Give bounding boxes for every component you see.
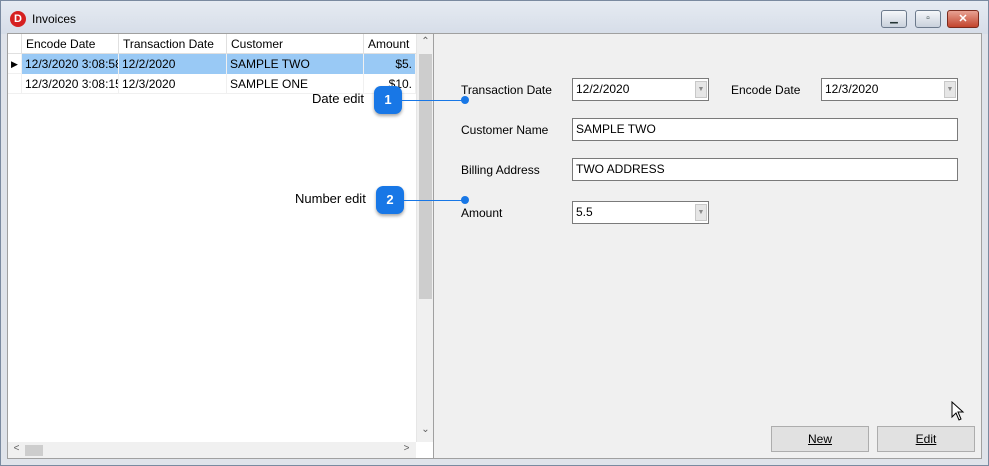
- cell-encode-date[interactable]: 12/3/2020 3:08:15: [22, 74, 119, 94]
- invoice-grid[interactable]: Encode Date Transaction Date Customer Am…: [8, 34, 434, 458]
- scroll-right-icon[interactable]: >: [398, 443, 415, 454]
- scroll-down-icon[interactable]: ⌄: [417, 424, 434, 435]
- encode-date-label: Encode Date: [731, 83, 801, 97]
- cell-transaction-date[interactable]: 12/3/2020: [119, 74, 227, 94]
- indicator-header: [8, 34, 22, 54]
- close-button[interactable]: ✕: [947, 10, 979, 28]
- row-indicator-icon: ▶: [8, 54, 22, 74]
- customer-name-label: Customer Name: [461, 123, 549, 137]
- cell-encode-date[interactable]: 12/3/2020 3:08:58: [22, 54, 119, 74]
- column-header-customer[interactable]: Customer: [227, 34, 364, 54]
- invoices-window: D Invoices ▁ ▫ ✕ Encode Date Transaction…: [0, 0, 989, 466]
- callout-dot-2: [461, 196, 469, 204]
- amount-label: Amount: [461, 206, 503, 220]
- horizontal-scroll-thumb[interactable]: [25, 445, 43, 456]
- encode-date-field[interactable]: 12/3/2020 ▼: [821, 78, 958, 101]
- column-header-amount[interactable]: Amount: [364, 34, 416, 54]
- chevron-down-icon[interactable]: ▼: [695, 81, 707, 98]
- transaction-date-label: Transaction Date: [461, 83, 552, 97]
- new-button[interactable]: New: [771, 426, 869, 452]
- customer-name-field[interactable]: SAMPLE TWO: [572, 118, 958, 141]
- callout-date-edit-label: Date edit: [312, 91, 365, 106]
- row-indicator-icon: [8, 74, 22, 94]
- scroll-up-icon[interactable]: ⌃: [417, 36, 434, 47]
- horizontal-scrollbar[interactable]: < >: [8, 442, 416, 458]
- callout-line-1: [402, 100, 464, 101]
- billing-address-field[interactable]: TWO ADDRESS: [572, 158, 958, 181]
- minimize-button[interactable]: ▁: [881, 10, 907, 28]
- scroll-left-icon[interactable]: <: [8, 443, 25, 454]
- client-area: Encode Date Transaction Date Customer Am…: [7, 33, 982, 459]
- column-header-transaction-date[interactable]: Transaction Date: [119, 34, 227, 54]
- callout-badge-1: 1: [374, 86, 402, 114]
- vertical-scroll-thumb[interactable]: [419, 54, 432, 299]
- chevron-down-icon[interactable]: ▼: [944, 81, 956, 98]
- callout-dot-1: [461, 96, 469, 104]
- callout-number-edit-label: Number edit: [295, 191, 366, 206]
- vertical-scrollbar[interactable]: ⌃ ⌄: [416, 34, 433, 442]
- new-button-label: New: [807, 432, 832, 446]
- cell-amount[interactable]: $5.: [364, 54, 416, 74]
- maximize-button[interactable]: ▫: [915, 10, 941, 28]
- window-title: Invoices: [32, 12, 77, 26]
- encode-date-value: 12/3/2020: [825, 82, 879, 96]
- title-bar[interactable]: D Invoices ▁ ▫ ✕: [1, 1, 988, 34]
- billing-address-label: Billing Address: [461, 163, 540, 177]
- amount-value: 5.5: [576, 205, 593, 219]
- callout-badge-2: 2: [376, 186, 404, 214]
- transaction-date-field[interactable]: 12/2/2020 ▼: [572, 78, 709, 101]
- amount-field[interactable]: 5.5 ▼: [572, 201, 709, 224]
- edit-button[interactable]: Edit: [877, 426, 975, 452]
- cell-transaction-date[interactable]: 12/2/2020: [119, 54, 227, 74]
- transaction-date-value: 12/2/2020: [576, 82, 630, 96]
- edit-button-label: Edit: [915, 432, 937, 446]
- column-header-encode-date[interactable]: Encode Date: [22, 34, 119, 54]
- chevron-down-icon[interactable]: ▼: [695, 204, 707, 221]
- grid-header: Encode Date Transaction Date Customer Am…: [8, 34, 416, 54]
- app-icon: D: [10, 11, 26, 27]
- cell-customer[interactable]: SAMPLE TWO: [227, 54, 364, 74]
- callout-line-2: [404, 200, 464, 201]
- table-row[interactable]: ▶ 12/3/2020 3:08:58 12/2/2020 SAMPLE TWO…: [8, 54, 416, 74]
- mouse-cursor-icon: [951, 401, 965, 421]
